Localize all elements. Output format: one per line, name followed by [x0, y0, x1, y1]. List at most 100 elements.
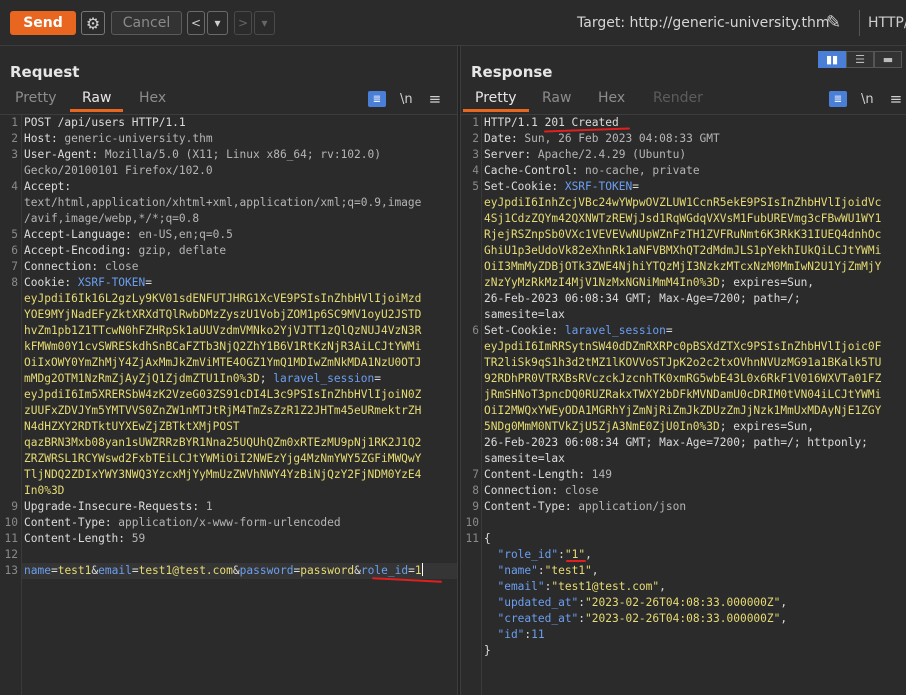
token: 59 — [131, 532, 146, 545]
token: XSRF-TOKEN — [77, 276, 146, 289]
line-number: 11 — [465, 532, 479, 545]
request-tab-pretty[interactable]: Pretty — [15, 90, 57, 112]
request-panel: Request Pretty Raw Hex ≣ \n ≡ 1 POST /api… — [0, 46, 457, 695]
wrap-lines-icon[interactable]: ≣ — [829, 91, 847, 107]
token: Gecko/20100101 Firefox/102.0 — [24, 164, 213, 177]
token: hvZm1pb1Z1TTcwN0hFZHRpSk1aUUVzdmVMNko2Yj… — [24, 324, 422, 337]
split-horizontal-icon[interactable]: ▮▮ — [818, 51, 846, 68]
line-text: Cookie: XSRF-TOKEN= — [24, 275, 152, 291]
line-number: 6 — [472, 324, 479, 337]
token: mMDg2OTM1NzRmZjAyZjQ1ZjdmZTU1In0%3D — [24, 372, 260, 385]
token: Host: — [24, 132, 65, 145]
request-tab-hex[interactable]: Hex — [139, 90, 166, 112]
token: & — [354, 564, 361, 577]
response-tab-pretty[interactable]: Pretty — [463, 90, 528, 112]
token: zNzYyMzRkMzI4MjV1NzMxNGNiMmM4In0%3D — [484, 276, 720, 289]
response-tab-raw[interactable]: Raw — [542, 90, 571, 112]
token: 11 — [531, 628, 545, 641]
token: password — [239, 564, 294, 577]
token: "email" — [484, 580, 545, 593]
line-text: POST /api/users HTTP/1.1 — [24, 115, 186, 131]
back-button[interactable]: < — [187, 11, 205, 35]
line-text: Set-Cookie: laravel_session= — [484, 323, 673, 339]
cancel-button[interactable]: Cancel — [111, 11, 182, 35]
token: eyJpdiI6InhZcjVBc24wYWpwOVZLUW1CcnR5ekE9… — [484, 196, 882, 209]
token: ; — [259, 372, 274, 385]
token: "test1@test.com" — [551, 580, 660, 593]
token: test1@test.com — [138, 564, 233, 577]
line-text: Connection: close — [24, 259, 139, 275]
protocol-label[interactable]: HTTP/ — [868, 15, 906, 31]
token: email — [98, 564, 132, 577]
pencil-icon[interactable]: ✎ — [826, 12, 841, 33]
token: = — [408, 564, 415, 577]
token: application/json — [578, 500, 687, 513]
menu-icon[interactable]: ≡ — [890, 90, 903, 108]
token: qazBRN3Mxb08yan1sUWZRRzBYR1Nna25UQUhQZm0… — [24, 436, 422, 449]
token: test1 — [57, 564, 92, 577]
single-pane-icon[interactable]: ▬ — [874, 51, 902, 68]
line-text: Gecko/20100101 Firefox/102.0 — [24, 163, 213, 179]
request-tab-raw[interactable]: Raw — [69, 90, 125, 112]
token: } — [484, 644, 491, 657]
line-number: 7 — [472, 468, 479, 481]
token: role_id — [360, 564, 409, 577]
token: application/x-www-form-urlencoded — [118, 516, 341, 529]
line-text: Accept-Encoding: gzip, deflate — [24, 243, 226, 259]
request-editor[interactable]: 1 POST /api/users HTTP/1.1 2 Host: generic-… — [0, 114, 457, 695]
menu-icon[interactable]: ≡ — [429, 90, 442, 108]
token: ; expires=Sun, — [719, 276, 815, 289]
back-menu-button[interactable]: ▾ — [207, 11, 228, 35]
token: = — [665, 324, 673, 337]
line-text: text/html,application/xhtml+xml,applicat… — [24, 195, 421, 211]
line-text: "id":11 — [484, 627, 545, 643]
send-button[interactable]: Send — [10, 11, 76, 35]
token: jRmSHNoT3pncDQ0RUZRakxTWXY2bDFkMVNDamU0c… — [484, 388, 882, 401]
response-editor[interactable]: 1 HTTP/1.1 201 Created 2 Date: Sun, 26 Feb … — [461, 114, 906, 695]
line-text: Host: generic-university.thm — [24, 131, 213, 147]
token: = — [632, 180, 639, 193]
line-number: 13 — [4, 564, 18, 577]
line-text: eyJpdiI6InhZcjVBc24wYWpwOVZLUW1CcnR5ekE9… — [484, 195, 881, 211]
token: password — [300, 564, 355, 577]
split-vertical-icon[interactable]: ☰ — [846, 51, 874, 68]
token: Set-Cookie: — [484, 324, 565, 337]
gear-icon[interactable]: ⚙ — [81, 11, 105, 35]
token: YOE9MYjNadEFyZktXRXdTQlRwbDMzZyszU1VobjZ… — [24, 308, 422, 321]
line-text: OiIxOWY0YmZhMjY4ZjAxMmJkZmViMTE4OGZ1YmQ1… — [24, 355, 421, 371]
token: Date: — [484, 132, 525, 145]
line-text: "email":"test1@test.com", — [484, 579, 665, 595]
line-text: eyJpdiI6Ik16L2gzLy9KV01sdENFUTJHRG1XcVE9… — [24, 291, 421, 307]
token: = — [131, 564, 139, 577]
response-tab-render[interactable]: Render — [653, 90, 703, 112]
response-tab-hex[interactable]: Hex — [598, 90, 625, 112]
line-text: YOE9MYjNadEFyZktXRXdTQlRwbDMzZyszU1VobjZ… — [24, 307, 421, 323]
line-text: 26-Feb-2023 06:08:34 GMT; Max-Age=7200; … — [484, 435, 868, 451]
newline-toggle[interactable]: \n — [861, 92, 874, 107]
token: "test1" — [544, 564, 592, 577]
token: Set-Cookie: — [484, 180, 565, 193]
line-text: zUUFxZDVJYm5YMTVVS0ZnZW1nMTJtRjM4TmZsZzR… — [24, 403, 421, 419]
token: POST /api/users HTTP/1.1 — [24, 116, 186, 129]
annotation-underline-role-id-response — [566, 560, 586, 562]
token: eyJpdiI6Ik16L2gzLy9KV01sdENFUTJHRG1XcVE9… — [24, 292, 422, 305]
line-text: OiI3MmMyZDBjOTk3ZWE4NjhiYTQzMjI3NzkzMTcx… — [484, 259, 881, 275]
token: OiIxOWY0YmZhMjY4ZjAxMmJkZmViMTE4OGZ1YmQ1… — [24, 356, 422, 369]
line-text: N4dHZXY2RDTktUYXEwZjZBTktXMjPOST — [24, 419, 240, 435]
line-text: TljNDQ2ZDIxYWY3NWQ3YzcxMjYyMmUzZWVhNWY4Y… — [24, 467, 421, 483]
token: HTTP/1.1 201 Created — [484, 116, 619, 129]
line-text: mMDg2OTM1NzRmZjAyZjQ1ZjdmZTU1In0%3D; lar… — [24, 371, 381, 387]
newline-toggle[interactable]: \n — [400, 92, 413, 107]
token: Content-Type: — [484, 500, 579, 513]
line-text: OiI2MWQxYWEyODA1MGRhYjZmNjRiZmJkZDUzZmJj… — [484, 403, 881, 419]
line-text: "name":"test1", — [484, 563, 598, 579]
line-text: eyJpdiI6ImRRSytnSW40dDZmRXRPc0pBSXdZTXc9… — [484, 339, 881, 355]
wrap-lines-icon[interactable]: ≣ — [368, 91, 386, 107]
top-toolbar: Send ⚙ Cancel < ▾ > ▾ Target: http://gen… — [0, 0, 906, 46]
line-text: 92RDhPR0VTRXBsRVczckJzcnhTK0xmRG5wbE43L0… — [484, 371, 881, 387]
line-number: 10 — [4, 516, 18, 529]
token: , — [585, 548, 592, 561]
line-number: 9 — [11, 500, 18, 513]
forward-menu-button[interactable]: ▾ — [254, 11, 275, 35]
forward-button[interactable]: > — [234, 11, 252, 35]
